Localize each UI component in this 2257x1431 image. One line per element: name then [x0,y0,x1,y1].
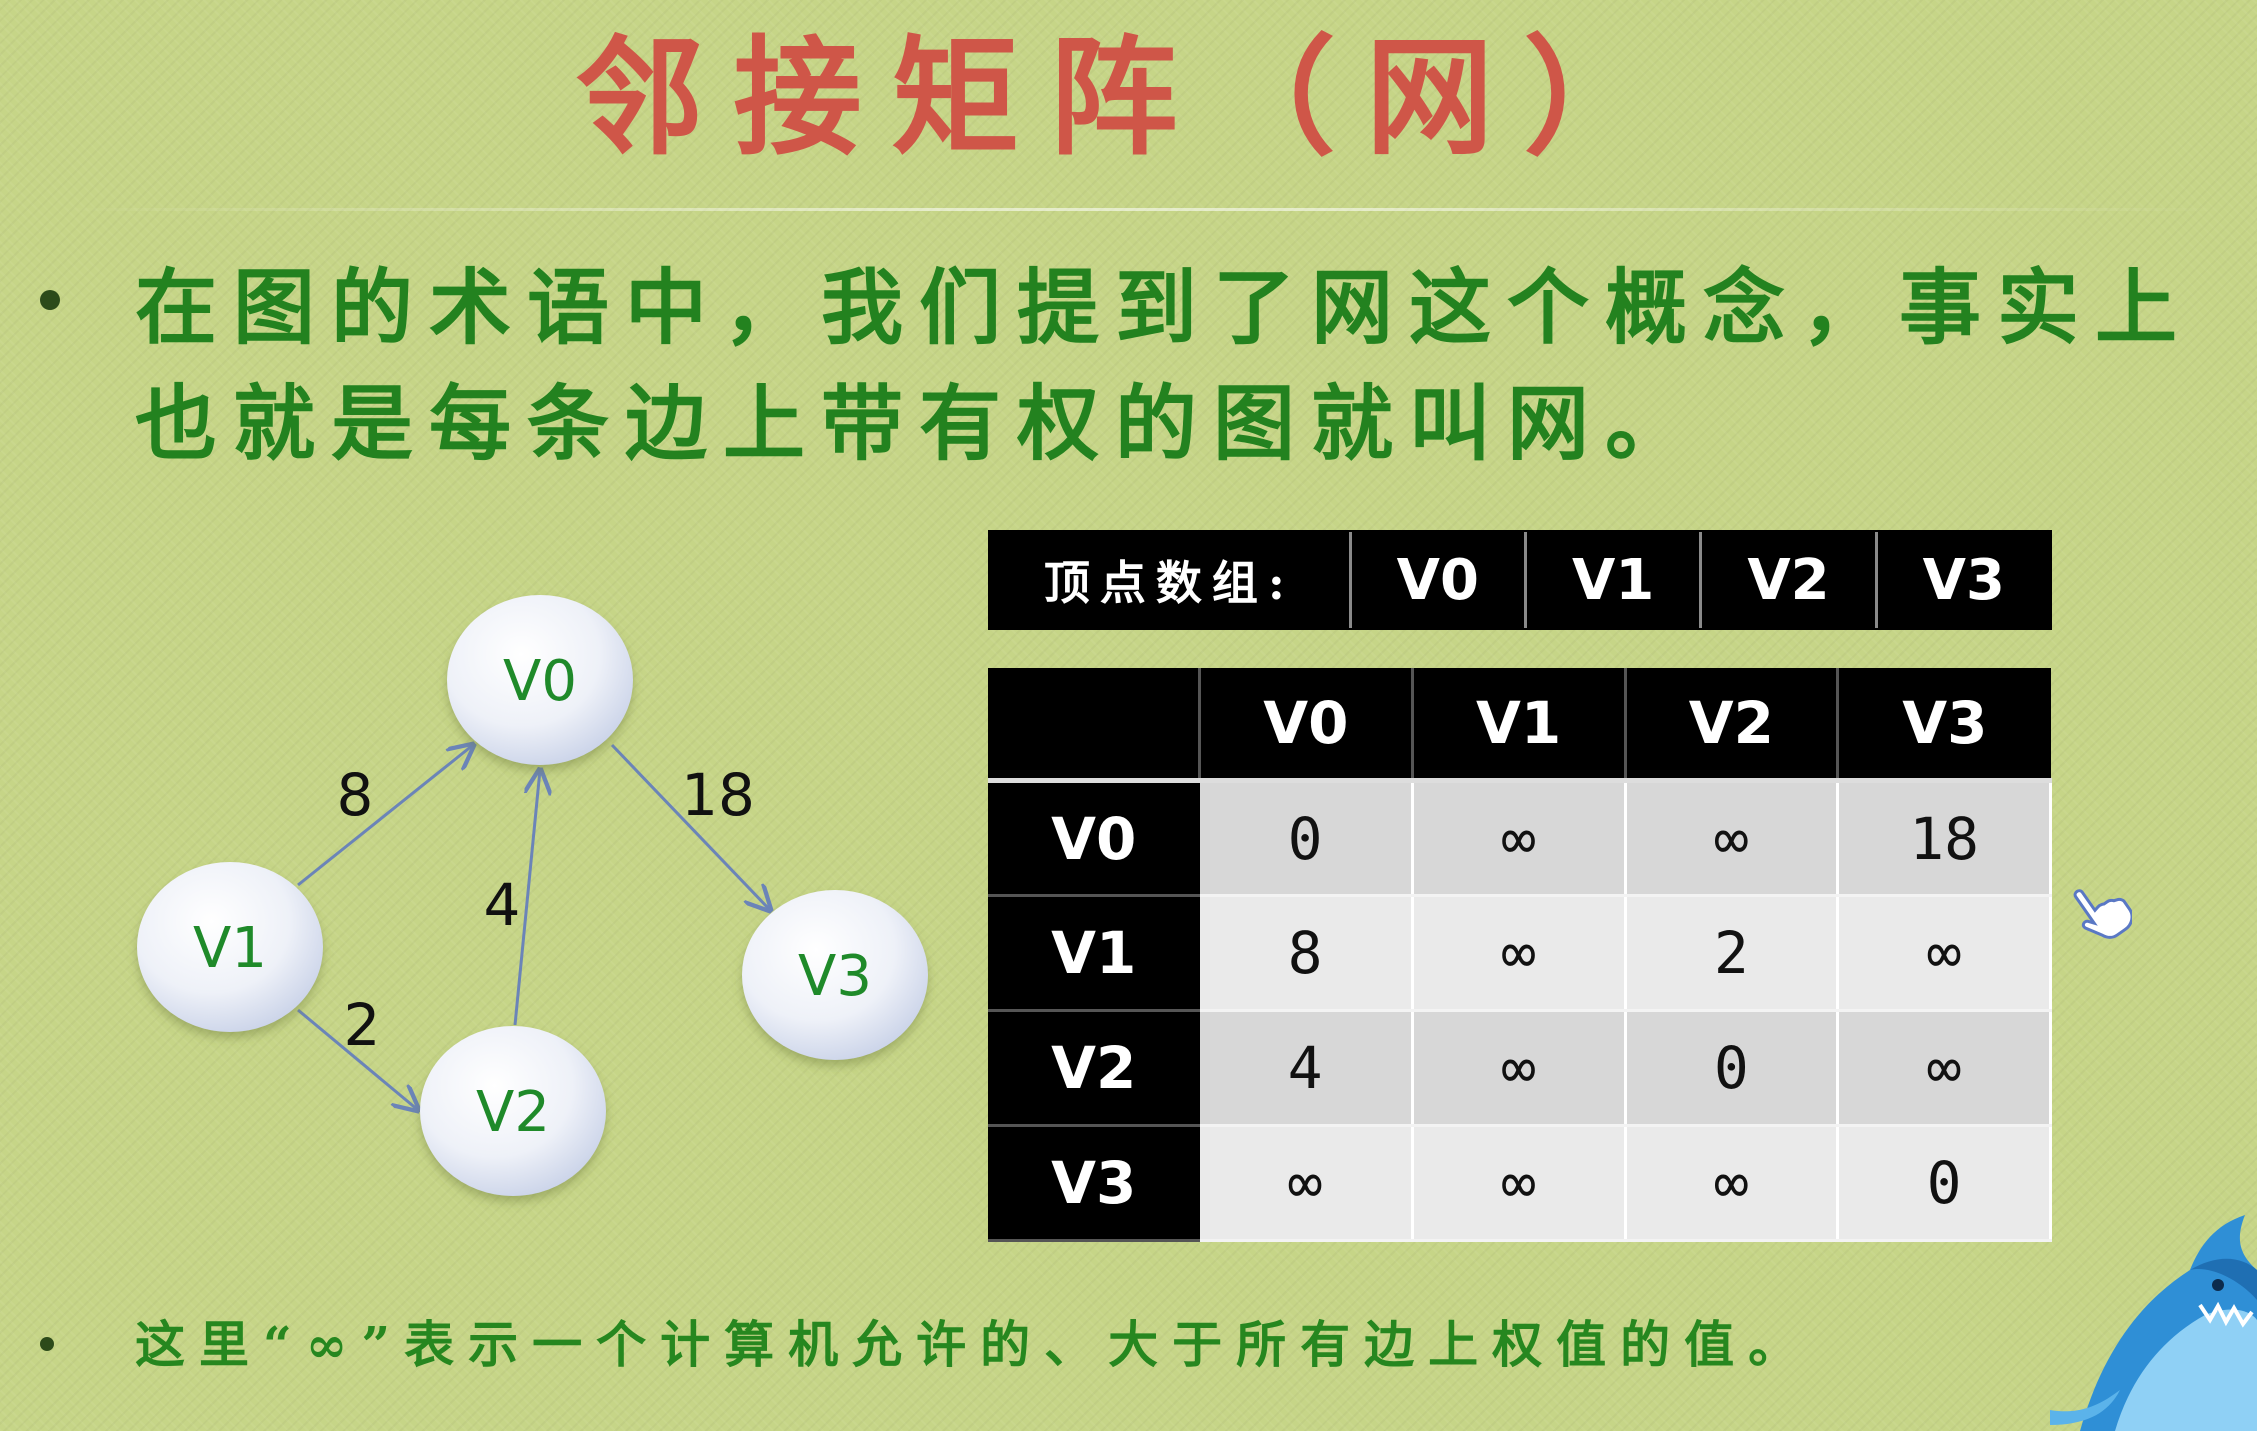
matrix-row: V0 0 ∞ ∞ 18 [988,780,2052,898]
vertex-array-item: V3 [1874,532,2050,628]
matrix-cell: 8 [1199,895,1414,1013]
matrix-row: V1 8 ∞ 2 ∞ [988,895,2052,1013]
infinity-note: 这里“∞”表示一个计算机允许的、大于所有边上权值的值。 [135,1315,1813,1374]
edge-weight-v1-v2: 2 [344,991,381,1059]
node-label-v0: V0 [503,649,577,714]
intro-paragraph: 在图的术语中，我们提到了网这个概念，事实上也就是每条边上带有权的图就叫网。 [135,260,2194,472]
title-divider [60,208,2227,211]
weighted-graph: V0 V1 V2 V3 8 18 4 2 [137,595,928,1196]
matrix-cell: ∞ [1412,895,1627,1013]
matrix-row-header: V0 [988,780,1200,898]
node-label-v3: V3 [798,944,872,1009]
matrix-column-header: V3 [1837,668,2051,784]
matrix-cell: ∞ [1412,780,1627,898]
vertex-array-header: 顶点数组: [1043,556,1295,610]
matrix-cell: 0 [1625,1010,1840,1128]
matrix-header-row: V0 V1 V2 V3 [988,668,2051,784]
edge-weight-v0-v3: 18 [681,761,755,829]
matrix-cell: ∞ [1625,1125,1840,1242]
matrix-cell: ∞ [1412,1125,1627,1242]
vertex-array-item: V2 [1699,532,1874,628]
matrix-column-header: V1 [1412,668,1627,784]
matrix-row-header: V2 [988,1010,1200,1128]
pointing-hand-icon [2073,889,2132,939]
edge-weight-v2-v0: 4 [484,871,521,939]
matrix-cell: ∞ [1837,895,2052,1013]
edge-v1-v0 [297,745,473,887]
vertex-array-item: V0 [1348,532,1524,628]
edge-weight-v1-v0: 8 [337,761,374,829]
matrix-row-header: V1 [988,895,1200,1013]
matrix-column-header: V0 [1199,668,1414,784]
bullet-icon [40,290,60,310]
adjacency-matrix: V0 V1 V2 V3 V0 0 ∞ ∞ 18 V1 8 ∞ 2 ∞ V2 4 … [988,668,2052,1242]
node-label-v1: V1 [193,916,267,981]
node-label-v2: V2 [476,1080,550,1145]
matrix-cell: ∞ [1412,1010,1627,1128]
matrix-cell: 0 [1837,1125,2052,1242]
matrix-cell: 18 [1837,780,2052,898]
matrix-cell: ∞ [1837,1010,2052,1128]
matrix-row-header: V3 [988,1125,1200,1242]
matrix-corner [988,668,1201,784]
vertex-array-item: V1 [1523,532,1699,628]
bullet-icon [40,1337,54,1351]
matrix-row: V2 4 ∞ 0 ∞ [988,1010,2052,1128]
matrix-cell: 0 [1199,780,1414,898]
matrix-cell: 4 [1199,1010,1414,1128]
vertex-array-table: 顶点数组: V0 V1 V2 V3 [988,530,2052,630]
matrix-cell: ∞ [1199,1125,1414,1242]
matrix-column-header: V2 [1625,668,1840,784]
slide-title: 邻接矩阵（网） [575,23,1682,173]
matrix-cell: 2 [1625,895,1840,1013]
matrix-row: V3 ∞ ∞ ∞ 0 [988,1125,2052,1242]
matrix-cell: ∞ [1625,780,1840,898]
